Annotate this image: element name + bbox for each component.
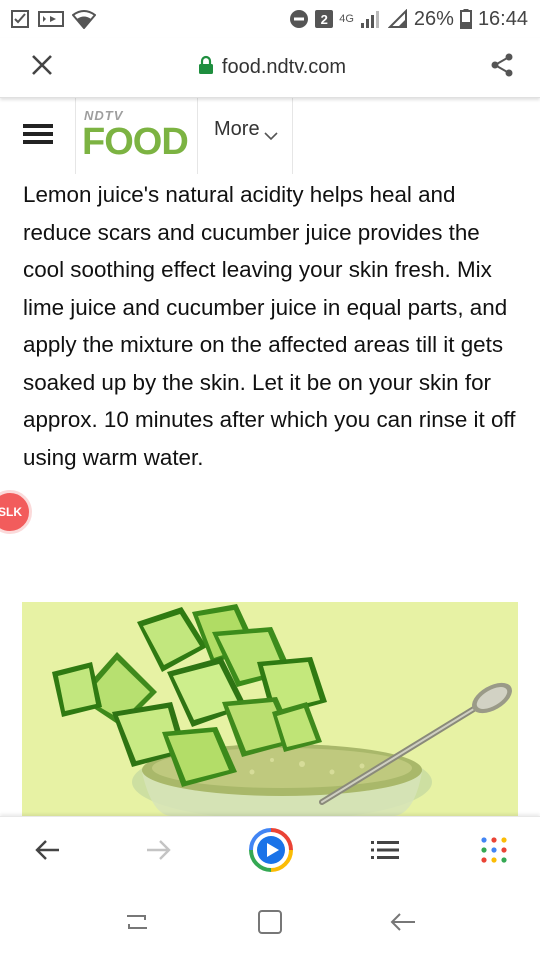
clock: 16:44 [477,7,528,30]
recents-button[interactable] [117,904,157,944]
close-tab-button[interactable] [22,48,62,88]
share-button[interactable] [482,48,522,88]
site-header: NDTV FOOD More [0,98,540,174]
list-icon [370,840,399,865]
ndtv-food-logo[interactable]: NDTV FOOD [76,98,198,174]
browser-url-bar: food.ndtv.com [0,38,540,98]
chevron-down-icon [264,124,278,147]
apps-button[interactable] [474,833,514,873]
floating-widget-badge[interactable]: SLK [0,490,32,534]
forward-arrow-icon [145,839,171,866]
more-label: More [214,118,260,140]
notification-count-badge: 2 [315,10,334,28]
url-display[interactable]: food.ndtv.com [198,55,346,81]
back-button[interactable] [28,833,68,873]
share-icon [488,51,516,84]
article-paragraph: Lemon juice's natural acidity helps heal… [23,182,516,470]
logo-food-text: FOOD [82,121,189,163]
article-image [22,602,518,816]
do-not-disturb-icon [289,9,309,29]
browser-bottom-toolbar [0,816,540,888]
status-bar: 2 4G 26% 16:44 [0,0,540,38]
play-assistant-icon [248,827,294,878]
network-type-label: 4G [339,13,354,25]
apps-grid-icon [480,836,508,869]
system-back-icon [389,911,417,938]
forward-button[interactable] [138,833,178,873]
battery-icon [459,9,472,29]
hamburger-icon [22,122,53,151]
signal-icon [360,9,382,29]
system-navigation-bar [0,888,540,960]
assistant-play-button[interactable] [247,827,295,878]
more-menu-button[interactable]: More [198,98,293,174]
home-button[interactable] [250,904,290,944]
reading-list-button[interactable] [365,833,405,873]
menu-button[interactable] [0,98,76,174]
home-icon [257,909,283,940]
system-back-button[interactable] [383,904,423,944]
url-text: food.ndtv.com [221,56,347,78]
close-icon [30,53,54,82]
back-arrow-icon [35,839,61,866]
signal-secondary-icon [387,9,408,29]
lock-icon [198,55,214,81]
video-icon [38,10,64,28]
checkbox-notification-icon [10,9,30,29]
recents-icon [123,910,151,939]
wifi-icon [72,9,96,29]
battery-percent: 26% [413,7,454,30]
